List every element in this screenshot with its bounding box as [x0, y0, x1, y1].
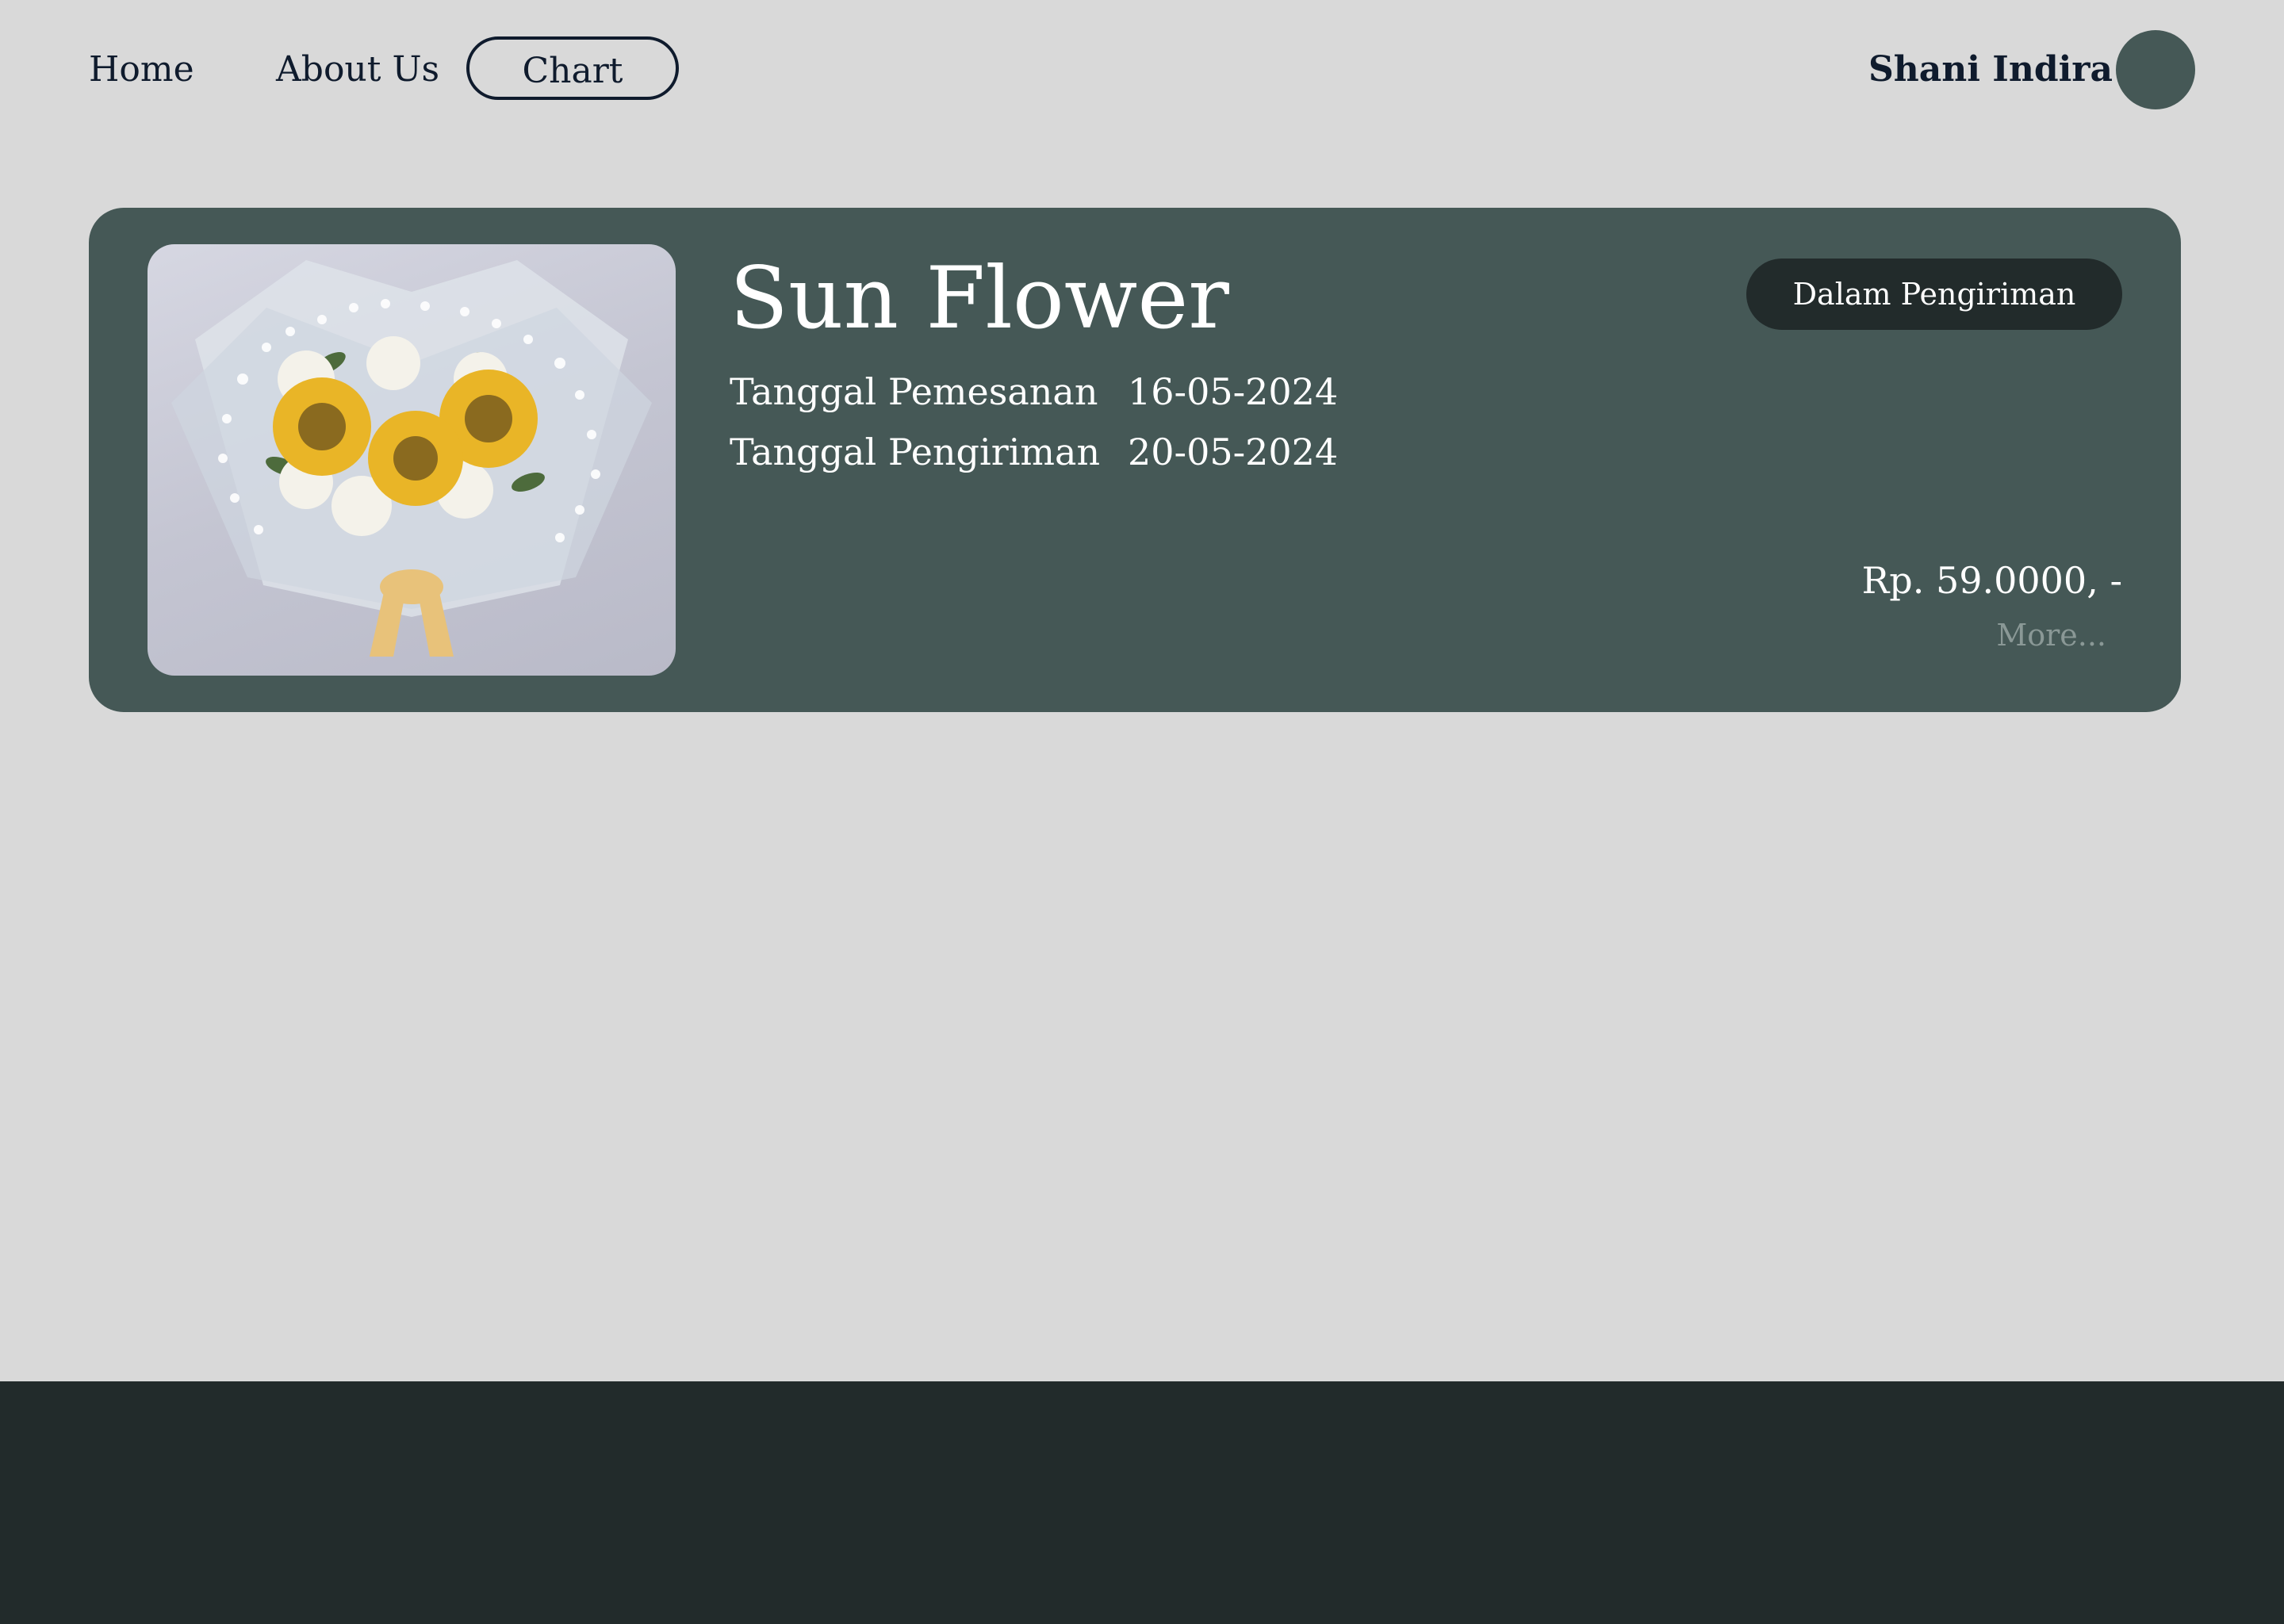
order-date-row: Tanggal Pemesanan 16-05-2024 — [730, 368, 1338, 416]
more-link[interactable]: More... — [1996, 615, 2106, 655]
order-date-label: Tanggal Pemesanan — [730, 370, 1098, 413]
navbar: Home About Us Chart Shani Indira — [0, 0, 2284, 139]
user-name: Shani Indira — [1868, 49, 2113, 90]
footer — [0, 1381, 2284, 1624]
ship-date-label: Tanggal Pengiriman — [730, 431, 1101, 473]
status-badge: Dalam Pengiriman — [1746, 259, 2122, 330]
bouquet-illustration — [171, 260, 652, 657]
ship-date-value: 20-05-2024 — [1128, 431, 1339, 473]
product-image — [148, 244, 676, 676]
product-title: Sun Flower — [730, 249, 1229, 348]
ship-date-row: Tanggal Pengiriman 20-05-2024 — [730, 428, 1338, 476]
order-card: Sun Flower Tanggal Pemesanan 16-05-2024 T… — [89, 208, 2181, 712]
user-avatar[interactable] — [2116, 30, 2195, 109]
nav-about-link[interactable]: About Us — [276, 36, 439, 103]
order-date-value: 16-05-2024 — [1128, 370, 1339, 413]
nav-home-link[interactable]: Home — [89, 36, 194, 103]
nav-chart-button[interactable]: Chart — [466, 36, 679, 100]
order-price: Rp. 59.0000, - — [1861, 559, 2122, 602]
